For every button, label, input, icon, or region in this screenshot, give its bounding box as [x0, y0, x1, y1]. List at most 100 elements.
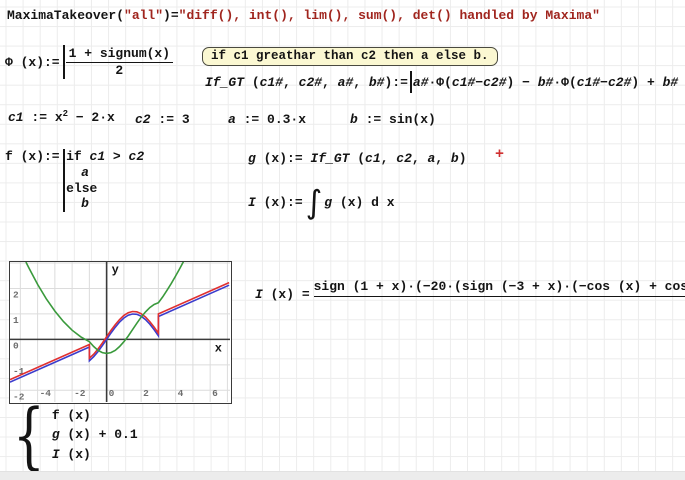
- b-definition[interactable]: b := sin(x): [350, 112, 436, 127]
- ifgt-rhs: a#·Φ(c1#−c2#) − b#·Φ(c1#−c2#) + b#: [413, 75, 678, 90]
- plot-region[interactable]: -4-20246210-1-2xy: [9, 261, 232, 404]
- f-definition[interactable]: f (x):= if c1 > c2 a else b: [5, 149, 144, 212]
- expr-segment: a#: [413, 75, 429, 90]
- c1-definition[interactable]: c1 := x2 − 2·x: [8, 109, 115, 125]
- expr-segment: b: [451, 151, 459, 166]
- expr-segment: c1#: [452, 75, 475, 90]
- expr-segment: ·Φ(: [429, 75, 452, 90]
- expr-segment: ,: [283, 75, 299, 90]
- expr-segment: g: [52, 427, 60, 442]
- expr-segment: (x) d x: [332, 195, 394, 210]
- expr-segment: ,: [353, 75, 369, 90]
- expr-segment: c1#: [260, 75, 283, 90]
- smath-worksheet: { "colors":{ "text":"#141414","string_re…: [0, 0, 685, 479]
- expr-segment: g: [248, 151, 256, 166]
- expr-segment: "diff(), int(), lim(), sum(), det() hand…: [179, 8, 600, 23]
- plot-canvas: -4-20246210-1-2xy: [10, 262, 230, 402]
- expr-segment: c2: [396, 151, 412, 166]
- system-bracket: [410, 71, 412, 93]
- expr-segment: f (x):=: [5, 149, 60, 164]
- expr-segment: c2: [135, 112, 151, 127]
- f-lhs: f (x):=: [5, 149, 60, 164]
- expr-segment: := 0.3·x: [236, 112, 306, 127]
- expr-segment: (x):=: [256, 151, 311, 166]
- expr-segment: − 2·x: [68, 110, 115, 125]
- phi-definition[interactable]: Φ (x):= 1 + signum(x) 2: [5, 45, 173, 79]
- expr-segment: if: [66, 149, 89, 164]
- expr-segment: sign (1 + x)·(−20·(sign (−3 + x)·(−cos (…: [314, 279, 685, 294]
- ifgt-definition[interactable]: If_GT (c1#, c2#, a#, b#):= a#·Φ(c1#−c2#)…: [205, 71, 678, 93]
- expr-segment: I: [255, 287, 263, 302]
- fraction: 1 + signum(x) 2: [66, 46, 173, 79]
- else-value-row: b: [66, 196, 144, 212]
- plot-legend[interactable]: { f (x)g (x) + 0.1I (x): [6, 405, 138, 465]
- fraction-numerator: 1 + signum(x): [66, 46, 173, 62]
- legend-entries: f (x)g (x) + 0.1I (x): [52, 406, 138, 465]
- expr-segment: ): [459, 151, 467, 166]
- insertion-cursor-icon[interactable]: +: [495, 146, 504, 163]
- x-tick-label: 6: [212, 388, 218, 399]
- expr-segment: b: [350, 112, 358, 127]
- expr-segment: MaximaTakeover: [7, 8, 116, 23]
- x-tick-label: 0: [109, 388, 115, 399]
- expr-segment: (x) =: [263, 287, 310, 302]
- expr-segment: b#: [663, 75, 679, 90]
- expr-segment: I: [248, 195, 256, 210]
- expr-segment: )=: [163, 8, 179, 23]
- legend-entry: I (x): [52, 445, 138, 465]
- expr-segment: f (x): [52, 408, 91, 423]
- expr-segment: c2#: [299, 75, 322, 90]
- phi-lhs: Φ (x):=: [5, 55, 60, 70]
- result-denominator: [314, 297, 685, 312]
- then-row: a: [66, 165, 144, 181]
- a-definition[interactable]: a := 0.3·x: [228, 112, 306, 127]
- g-definition[interactable]: g (x):= If_GT (c1, c2, a, b): [248, 151, 467, 166]
- expr-segment: (: [244, 75, 260, 90]
- expr-segment: b#: [369, 75, 385, 90]
- plot-curve-1: [10, 285, 229, 382]
- integral-definition[interactable]: I (x):= ∫ g (x) d x: [248, 185, 395, 219]
- x-tick-label: -2: [74, 388, 86, 399]
- expr-segment: a: [228, 112, 236, 127]
- expr-segment: Φ (x):=: [5, 55, 60, 70]
- y-tick-label: 0: [13, 340, 19, 351]
- annotation-note[interactable]: if c1 greathar than c2 then a else b.: [202, 47, 498, 66]
- legend-brace: {: [13, 405, 45, 465]
- expr-segment: ·Φ(: [553, 75, 576, 90]
- expr-segment: If_GT: [310, 151, 349, 166]
- expr-segment: (: [116, 8, 124, 23]
- if-condition-row: if c1 > c2: [66, 149, 144, 165]
- maxima-takeover-line[interactable]: MaximaTakeover("all")="diff(), int(), li…: [7, 8, 600, 23]
- expr-segment: (x):=: [256, 195, 303, 210]
- expr-segment: a#: [338, 75, 354, 90]
- expr-segment: >: [105, 149, 128, 164]
- expr-segment: "all": [124, 8, 163, 23]
- fraction-denominator: 2: [112, 63, 126, 79]
- else-row: else: [66, 181, 144, 197]
- y-tick-label: 2: [13, 289, 19, 300]
- x-tick-label: 2: [143, 388, 149, 399]
- expr-segment: (: [349, 151, 365, 166]
- expr-segment: := 3: [151, 112, 190, 127]
- expr-segment: c1: [8, 110, 24, 125]
- ifgt-lhs: If_GT (c1#, c2#, a#, b#):=: [205, 75, 408, 90]
- expr-segment: ):=: [384, 75, 407, 90]
- x-tick-label: 4: [178, 388, 184, 399]
- integral-result[interactable]: I (x) = sign (1 + x)·(−20·(sign (−3 + x)…: [255, 277, 685, 312]
- expr-segment: (x): [60, 447, 91, 462]
- expr-segment: ,: [435, 151, 451, 166]
- expr-segment: := sin(x): [358, 112, 436, 127]
- expr-segment: b: [81, 196, 89, 211]
- c2-definition[interactable]: c2 := 3: [135, 112, 190, 127]
- expr-segment: a: [81, 165, 89, 180]
- expr-segment: c2#: [483, 75, 506, 90]
- y-axis-label: y: [112, 263, 119, 277]
- if-block: if c1 > c2 a else b: [66, 149, 144, 212]
- expr-segment: else: [66, 181, 97, 196]
- annotation-note-text: if c1 greathar than c2 then a else b.: [211, 49, 489, 63]
- integral-rhs: g (x) d x: [324, 195, 394, 210]
- expr-segment: If_GT: [205, 75, 244, 90]
- integral-icon: ∫: [306, 185, 323, 219]
- expr-segment: c1: [90, 149, 106, 164]
- expr-segment: b#: [538, 75, 554, 90]
